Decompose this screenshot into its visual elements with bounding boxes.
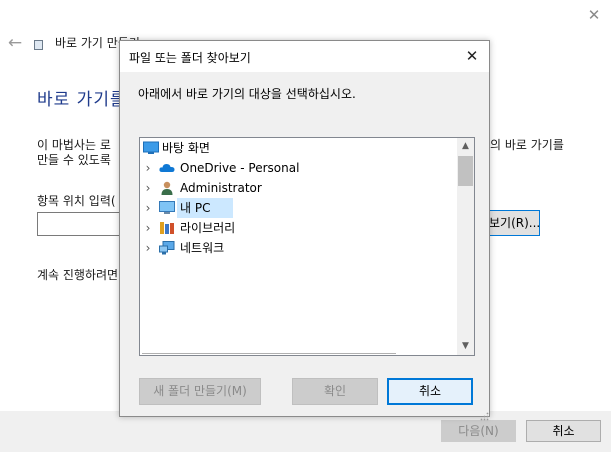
- location-input[interactable]: [37, 212, 127, 236]
- user-icon: [159, 181, 175, 195]
- wizard-description-line1-end: 의 바로 가기를: [490, 138, 564, 152]
- browse-dialog: 파일 또는 폴더 찾아보기 ✕ 아래에서 바로 가기의 대상을 선택하십시오. …: [119, 40, 490, 421]
- tree-item-this-pc[interactable]: › 내 PC: [140, 198, 456, 218]
- computer-icon: [159, 201, 175, 215]
- new-folder-button[interactable]: 새 폴더 만들기(M): [139, 378, 261, 405]
- tree-item-label: 바탕 화면: [162, 141, 210, 155]
- wizard-heading: 바로 가기를: [37, 90, 127, 110]
- horizontal-scroll-track: [142, 353, 396, 354]
- expand-chevron-icon[interactable]: ›: [143, 238, 153, 258]
- continue-text: 계속 진행하려면: [37, 268, 119, 282]
- tree-item-administrator[interactable]: › Administrator: [140, 178, 456, 198]
- resize-grip-icon[interactable]: [480, 406, 489, 421]
- tree-item-label: OneDrive - Personal: [180, 161, 300, 175]
- scroll-thumb[interactable]: [458, 156, 473, 186]
- dialog-titlebar: 파일 또는 폴더 찾아보기 ✕: [120, 41, 489, 72]
- expand-chevron-icon[interactable]: ›: [143, 198, 153, 218]
- location-label: 항목 위치 입력(: [37, 194, 116, 208]
- dialog-title: 파일 또는 폴더 찾아보기: [129, 51, 251, 65]
- wizard-footer: [0, 411, 611, 452]
- desktop-icon: [143, 141, 159, 155]
- shortcut-icon: [34, 40, 43, 50]
- wizard-cancel-button[interactable]: 취소: [526, 420, 601, 442]
- wizard-close-icon[interactable]: ✕: [582, 4, 606, 26]
- tree-item-network[interactable]: › 네트워크: [140, 238, 456, 258]
- browse-button[interactable]: 보기(R)...: [485, 210, 540, 236]
- expand-chevron-icon[interactable]: ›: [143, 218, 153, 238]
- folder-tree[interactable]: 바탕 화면 › OneDrive - Personal › Administra…: [139, 137, 475, 356]
- tree-item-onedrive[interactable]: › OneDrive - Personal: [140, 158, 456, 178]
- dialog-instruction: 아래에서 바로 가기의 대상을 선택하십시오.: [138, 87, 356, 101]
- tree-item-label: Administrator: [180, 181, 262, 195]
- library-icon: [159, 221, 175, 235]
- tree-item-desktop[interactable]: 바탕 화면: [140, 138, 456, 158]
- tree-item-label: 네트워크: [180, 241, 225, 255]
- cloud-icon: [159, 161, 175, 175]
- next-button[interactable]: 다음(N): [441, 420, 516, 442]
- tree-item-label: 내 PC: [180, 201, 211, 215]
- back-arrow-icon[interactable]: ←: [5, 33, 25, 53]
- expand-chevron-icon[interactable]: ›: [143, 158, 153, 178]
- expand-chevron-icon[interactable]: ›: [143, 178, 153, 198]
- scroll-up-icon[interactable]: ▲: [457, 138, 474, 155]
- dialog-cancel-button[interactable]: 취소: [387, 378, 473, 405]
- ok-button[interactable]: 확인: [292, 378, 378, 405]
- scroll-down-icon[interactable]: ▼: [457, 338, 474, 355]
- wizard-description-line2: 만들 수 있도록: [37, 153, 111, 167]
- tree-item-libraries[interactable]: › 라이브러리: [140, 218, 456, 238]
- network-icon: [159, 241, 175, 255]
- vertical-scrollbar[interactable]: ▲ ▼: [457, 138, 474, 355]
- tree-item-label: 라이브러리: [180, 221, 236, 235]
- dialog-close-icon[interactable]: ✕: [460, 45, 484, 67]
